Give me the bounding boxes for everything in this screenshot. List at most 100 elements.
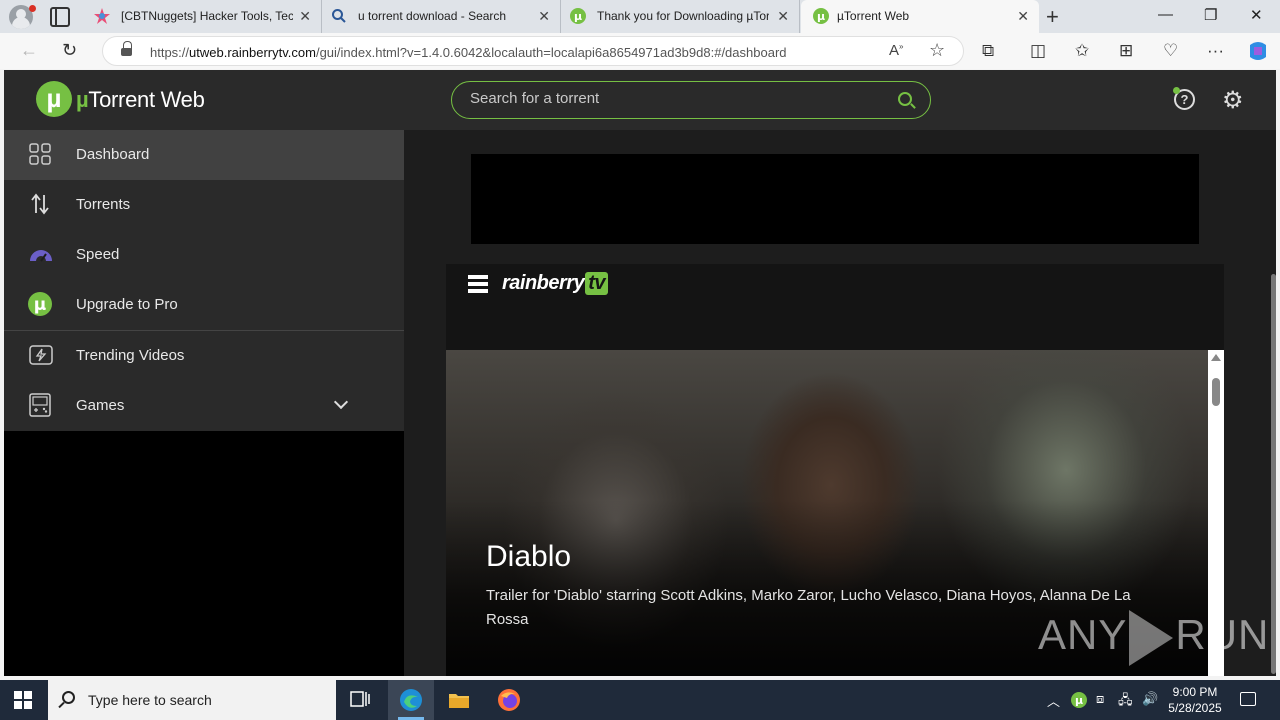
scroll-up-icon[interactable] [1211, 354, 1221, 361]
edge-browser-icon[interactable] [399, 688, 423, 712]
device-icon[interactable]: ⧈ [1096, 691, 1104, 707]
page-scrollbar[interactable] [1271, 202, 1276, 674]
close-window-icon[interactable]: ✕ [1250, 6, 1263, 24]
refresh-icon[interactable]: ↻ [62, 40, 77, 61]
close-tab-icon[interactable]: ✕ [1017, 8, 1029, 25]
torrent-search-input[interactable] [470, 90, 870, 107]
tab-title: µTorrent Web [837, 9, 910, 23]
svg-text:µ: µ [817, 10, 825, 23]
play-logo-icon [1129, 610, 1174, 666]
restore-icon[interactable]: ❐ [1204, 6, 1217, 24]
network-icon[interactable]: 🖧 [1118, 691, 1133, 713]
more-menu-icon[interactable]: ··· [1207, 41, 1224, 61]
sidebar-item-speed[interactable]: Speed [4, 230, 404, 280]
sidebar-item-label: Upgrade to Pro [76, 296, 178, 313]
address-bar[interactable]: https://utweb.rainberrytv.com/gui/index.… [102, 36, 964, 66]
url-text[interactable]: https://utweb.rainberrytv.com/gui/index.… [150, 45, 787, 60]
favorites-icon[interactable]: ✩ [1075, 41, 1089, 61]
sidebar-item-label: Speed [76, 246, 120, 263]
taskbar-search-box[interactable]: Type here to search [48, 680, 336, 720]
minimize-icon[interactable]: — [1158, 6, 1173, 23]
speedometer-icon [30, 250, 52, 262]
collections-icon[interactable]: ⊞ [1119, 41, 1133, 61]
rainberry-header: rainberry tv [446, 264, 1224, 350]
tab-title: [CBTNuggets] Hacker Tools, Tech [121, 9, 293, 23]
close-tab-icon[interactable]: ✕ [299, 8, 311, 25]
address-toolbar: ← ↻ https://utweb.rainberrytv.com/gui/in… [0, 33, 1280, 69]
browser-tab-thankyou[interactable]: µ Thank you for Downloading µTor ✕ [562, 0, 800, 33]
utorrent-logo-icon[interactable] [36, 81, 72, 117]
new-tab-icon[interactable]: + [1046, 4, 1059, 30]
hamburger-menu-icon[interactable] [468, 275, 488, 293]
app-header: µTorrent Web ? ⚙ [4, 70, 1276, 130]
notifications-icon[interactable] [1240, 692, 1256, 706]
windows-taskbar: Type here to search ︿ µ ⧈ 🖧 🔊 9:00 PM 5/… [0, 680, 1280, 720]
up-down-arrows-icon [31, 193, 49, 215]
copilot-icon[interactable] [1246, 39, 1270, 63]
close-tab-icon[interactable]: ✕ [538, 8, 550, 25]
video-title[interactable]: Diablo [486, 540, 571, 574]
sidebar: Dashboard Torrents Speed µ Upgrade to Pr… [4, 130, 404, 431]
scrollbar-thumb[interactable] [1271, 274, 1276, 674]
svg-text:µ: µ [1075, 694, 1083, 707]
volume-icon[interactable]: 🔊 [1142, 691, 1158, 707]
browser-tab-search[interactable]: u torrent download - Search ✕ [323, 0, 561, 33]
search-icon [62, 691, 75, 704]
sidebar-item-label: Torrents [76, 196, 131, 213]
taskbar-search-placeholder: Type here to search [88, 692, 212, 708]
scrollbar-thumb[interactable] [1212, 378, 1220, 406]
clock-time: 9:00 PM [1172, 685, 1218, 699]
sidebar-item-upgrade-to-pro[interactable]: µ Upgrade to Pro [4, 280, 404, 330]
cbtnuggets-icon [94, 8, 110, 24]
utorrent-icon: µ [570, 8, 586, 24]
favorite-star-icon[interactable]: ☆ [929, 40, 945, 61]
close-tab-icon[interactable]: ✕ [777, 8, 789, 25]
sidebar-item-label: Dashboard [76, 146, 150, 163]
split-screen-icon[interactable]: ◫ [1030, 41, 1046, 61]
utorrent-icon: µ [813, 8, 829, 24]
sidebar-item-dashboard[interactable]: Dashboard [4, 130, 404, 180]
utorrent-tray-icon[interactable]: µ [1071, 692, 1087, 708]
tab-actions-icon[interactable] [50, 7, 70, 27]
sidebar-item-trending-videos[interactable]: Trending Videos [4, 331, 404, 381]
extensions-icon[interactable]: ⧉ [982, 41, 994, 61]
file-explorer-icon[interactable] [447, 688, 471, 712]
tab-title: u torrent download - Search [358, 9, 507, 23]
ad-banner[interactable] [471, 154, 1199, 244]
show-hidden-icons-icon[interactable]: ︿ [1047, 691, 1060, 710]
taskbar-clock[interactable]: 9:00 PM 5/28/2025 [1160, 684, 1230, 716]
gamepad-icon [29, 393, 51, 417]
read-aloud-icon[interactable]: A» [889, 42, 903, 59]
torrent-search-box[interactable] [451, 81, 931, 119]
clock-date: 5/28/2025 [1168, 701, 1222, 715]
svg-text:µ: µ [574, 10, 582, 23]
browser-tab-utorrent-web[interactable]: µ µTorrent Web ✕ [801, 0, 1039, 33]
firefox-icon[interactable] [497, 688, 521, 712]
gear-icon[interactable]: ⚙ [1222, 86, 1244, 115]
task-view-icon[interactable] [348, 688, 372, 712]
sidebar-item-label: Trending Videos [76, 347, 185, 364]
sidebar-empty-area [4, 431, 404, 676]
grid-icon [29, 143, 51, 165]
dashboard-main: rainberry tv Diablo Trailer for 'Diablo' … [404, 130, 1276, 676]
chevron-down-icon[interactable] [333, 394, 349, 410]
search-icon [332, 9, 346, 23]
anyrun-watermark: ANY RUN [1038, 610, 1269, 666]
utorrent-icon: µ [28, 292, 52, 316]
sidebar-item-label: Games [76, 397, 125, 414]
sidebar-item-games[interactable]: Games [4, 381, 404, 431]
sidebar-item-torrents[interactable]: Torrents [4, 180, 404, 230]
back-icon[interactable]: ← [20, 40, 38, 61]
lock-icon[interactable] [121, 41, 132, 58]
lightning-video-icon [29, 345, 53, 365]
help-notification-dot [1173, 87, 1180, 94]
browser-tab-cbtnuggets[interactable]: [CBTNuggets] Hacker Tools, Tech ✕ [86, 0, 322, 33]
search-icon[interactable] [898, 92, 912, 106]
app-logo-text[interactable]: µTorrent Web [76, 87, 205, 113]
browser-essentials-icon[interactable]: ♡ [1163, 41, 1178, 61]
utorrent-web-app: µTorrent Web ? ⚙ Dashboard Torrents [4, 70, 1276, 676]
svg-text:µ: µ [34, 295, 47, 315]
windows-start-icon[interactable] [14, 691, 32, 709]
profile-notification-dot [29, 5, 36, 12]
rainberry-tv-logo[interactable]: rainberry tv [502, 272, 609, 295]
